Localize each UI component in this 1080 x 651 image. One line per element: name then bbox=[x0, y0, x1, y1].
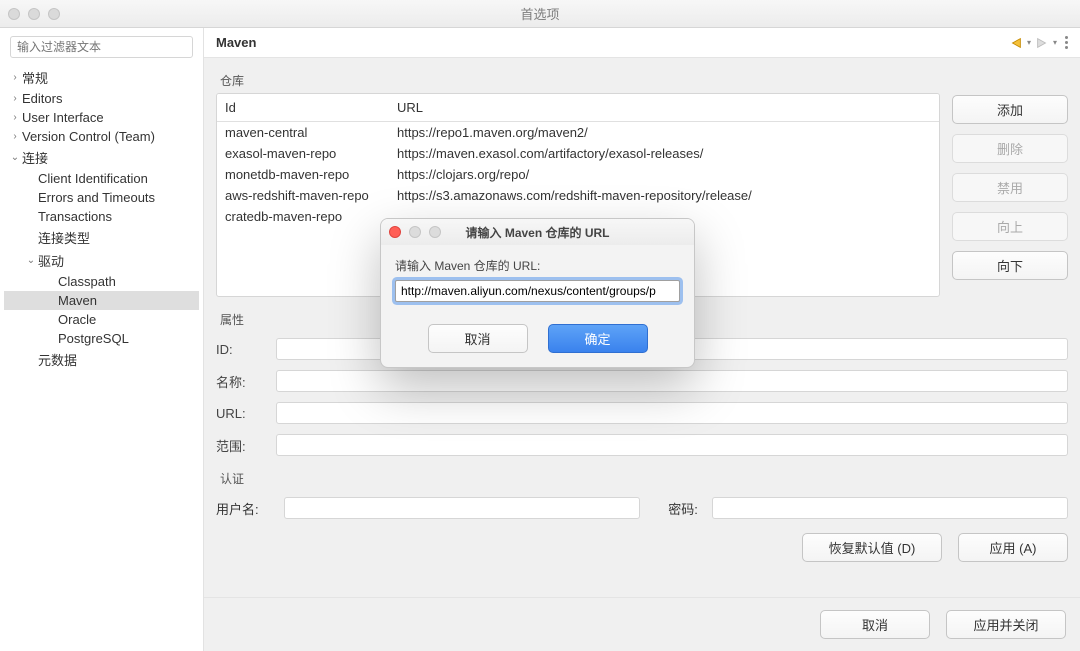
repos-section-label: 仓库 bbox=[220, 72, 1068, 89]
apply-button[interactable]: 应用 (A) bbox=[958, 533, 1068, 562]
chevron-right-icon[interactable]: › bbox=[8, 72, 22, 83]
window-title: 首选项 bbox=[0, 4, 1080, 23]
filter-box bbox=[10, 36, 193, 58]
filter-input[interactable] bbox=[11, 37, 192, 57]
tree-item--[interactable]: ⌄连接 bbox=[4, 146, 199, 169]
tree-item-label: 连接 bbox=[22, 148, 48, 167]
tree-item--[interactable]: 元数据 bbox=[4, 348, 199, 371]
cell-id: maven-central bbox=[217, 122, 389, 144]
forward-arrow-icon[interactable] bbox=[1035, 36, 1049, 50]
tree-item-maven[interactable]: Maven bbox=[4, 291, 199, 310]
tree-item--[interactable]: ⌄驱动 bbox=[4, 249, 199, 272]
chevron-right-icon[interactable]: › bbox=[8, 112, 22, 123]
dialog-prompt: 请输入 Maven 仓库的 URL: bbox=[395, 257, 680, 274]
chevron-down-icon[interactable]: ⌄ bbox=[8, 152, 22, 163]
cell-url: https://maven.exasol.com/artifactory/exa… bbox=[389, 143, 939, 164]
menu-dots-icon[interactable] bbox=[1065, 36, 1068, 49]
move-down-button[interactable]: 向下 bbox=[952, 251, 1068, 280]
col-id-header[interactable]: Id bbox=[217, 94, 389, 122]
tree-item-label: Client Identification bbox=[38, 171, 148, 186]
tree-item-label: Maven bbox=[58, 293, 97, 308]
tree-item-label: User Interface bbox=[22, 110, 104, 125]
table-row[interactable]: maven-centralhttps://repo1.maven.org/mav… bbox=[217, 122, 939, 144]
cell-id: exasol-maven-repo bbox=[217, 143, 389, 164]
table-row[interactable]: aws-redshift-maven-repohttps://s3.amazon… bbox=[217, 185, 939, 206]
password-label: 密码: bbox=[648, 499, 704, 518]
tree-item-label: Transactions bbox=[38, 209, 112, 224]
tree-item-label: Version Control (Team) bbox=[22, 129, 155, 144]
username-field[interactable] bbox=[284, 497, 640, 519]
chevron-right-icon[interactable]: › bbox=[8, 131, 22, 142]
dialog-titlebar: 请输入 Maven 仓库的 URL bbox=[381, 219, 694, 245]
add-button[interactable]: 添加 bbox=[952, 95, 1068, 124]
dialog-cancel-button[interactable]: 取消 bbox=[428, 324, 528, 353]
tree-item--[interactable]: 连接类型 bbox=[4, 226, 199, 249]
tree-item-editors[interactable]: ›Editors bbox=[4, 89, 199, 108]
global-footer: 取消 应用并关闭 bbox=[204, 597, 1080, 651]
preferences-sidebar: ›常规›Editors›User Interface›Version Contr… bbox=[0, 28, 204, 651]
preferences-tree: ›常规›Editors›User Interface›Version Contr… bbox=[0, 66, 203, 371]
chevron-down-icon[interactable]: ▾ bbox=[1027, 38, 1031, 47]
cancel-button[interactable]: 取消 bbox=[820, 610, 930, 639]
tree-item-label: Errors and Timeouts bbox=[38, 190, 155, 205]
back-arrow-icon[interactable] bbox=[1009, 36, 1023, 50]
chevron-down-icon[interactable]: ▾ bbox=[1053, 38, 1057, 47]
content-header: Maven ▾ ▾ bbox=[204, 28, 1080, 58]
tree-item-label: Editors bbox=[22, 91, 62, 106]
move-up-button[interactable]: 向上 bbox=[952, 212, 1068, 241]
tree-item-classpath[interactable]: Classpath bbox=[4, 272, 199, 291]
tree-item-oracle[interactable]: Oracle bbox=[4, 310, 199, 329]
tree-item-postgresql[interactable]: PostgreSQL bbox=[4, 329, 199, 348]
cell-id: cratedb-maven-repo bbox=[217, 206, 389, 227]
table-row[interactable]: exasol-maven-repohttps://maven.exasol.co… bbox=[217, 143, 939, 164]
cell-url: https://repo1.maven.org/maven2/ bbox=[389, 122, 939, 144]
tree-item-label: Classpath bbox=[58, 274, 116, 289]
url-label: URL: bbox=[216, 406, 276, 421]
cell-url: https://s3.amazonaws.com/redshift-maven-… bbox=[389, 185, 939, 206]
id-label: ID: bbox=[216, 342, 276, 357]
dialog-title: 请输入 Maven 仓库的 URL bbox=[381, 224, 694, 241]
tree-item-user-interface[interactable]: ›User Interface bbox=[4, 108, 199, 127]
cell-id: monetdb-maven-repo bbox=[217, 164, 389, 185]
password-field[interactable] bbox=[712, 497, 1068, 519]
url-input[interactable] bbox=[395, 280, 680, 302]
tree-item-version-control-team-[interactable]: ›Version Control (Team) bbox=[4, 127, 199, 146]
cell-url: https://clojars.org/repo/ bbox=[389, 164, 939, 185]
tree-item-label: 驱动 bbox=[38, 251, 64, 270]
tree-item-label: 连接类型 bbox=[38, 228, 90, 247]
tree-item-errors-and-timeouts[interactable]: Errors and Timeouts bbox=[4, 188, 199, 207]
disable-button[interactable]: 禁用 bbox=[952, 173, 1068, 202]
apply-and-close-button[interactable]: 应用并关闭 bbox=[946, 610, 1066, 639]
cell-id: aws-redshift-maven-repo bbox=[217, 185, 389, 206]
chevron-right-icon[interactable]: › bbox=[8, 93, 22, 104]
remove-button[interactable]: 删除 bbox=[952, 134, 1068, 163]
name-label: 名称: bbox=[216, 372, 276, 391]
col-url-header[interactable]: URL bbox=[389, 94, 939, 122]
dialog-ok-button[interactable]: 确定 bbox=[548, 324, 648, 353]
scope-label: 范围: bbox=[216, 436, 276, 455]
page-title: Maven bbox=[216, 35, 256, 50]
url-field[interactable] bbox=[276, 402, 1068, 424]
tree-item-client-identification[interactable]: Client Identification bbox=[4, 169, 199, 188]
tree-item-label: Oracle bbox=[58, 312, 96, 327]
tree-item--[interactable]: ›常规 bbox=[4, 66, 199, 89]
tree-item-label: 元数据 bbox=[38, 350, 77, 369]
window-titlebar: 首选项 bbox=[0, 0, 1080, 28]
scope-field[interactable] bbox=[276, 434, 1068, 456]
enter-url-dialog: 请输入 Maven 仓库的 URL 请输入 Maven 仓库的 URL: 取消 … bbox=[380, 218, 695, 368]
chevron-down-icon[interactable]: ⌄ bbox=[24, 255, 38, 266]
nav-icons: ▾ ▾ bbox=[1009, 36, 1068, 50]
tree-item-label: 常规 bbox=[22, 68, 48, 87]
restore-defaults-button[interactable]: 恢复默认值 (D) bbox=[802, 533, 942, 562]
table-row[interactable]: monetdb-maven-repohttps://clojars.org/re… bbox=[217, 164, 939, 185]
name-field[interactable] bbox=[276, 370, 1068, 392]
username-label: 用户名: bbox=[216, 499, 276, 518]
auth-section-label: 认证 bbox=[220, 470, 1068, 487]
tree-item-transactions[interactable]: Transactions bbox=[4, 207, 199, 226]
tree-item-label: PostgreSQL bbox=[58, 331, 129, 346]
